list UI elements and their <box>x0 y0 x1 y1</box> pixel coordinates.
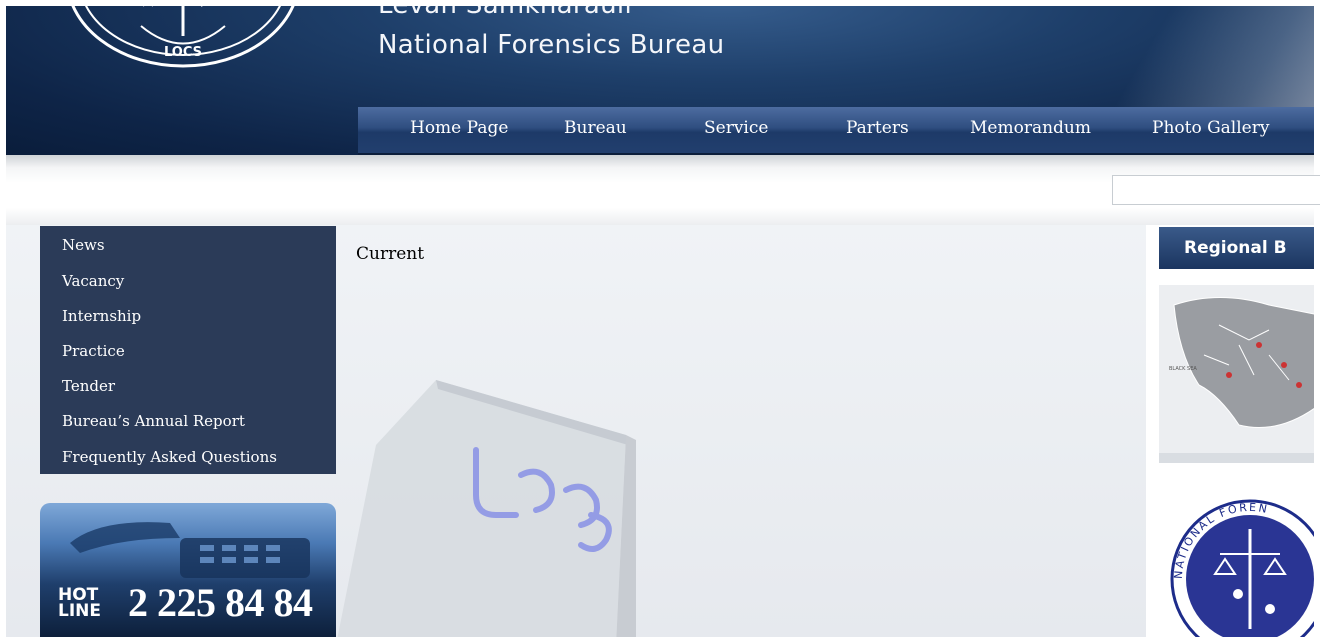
menu-item-faq[interactable]: Frequently Asked Questions <box>62 448 277 466</box>
side-menu: News Vacancy Internship Practice Tender … <box>40 226 336 474</box>
logo-text: LOCS <box>164 45 202 60</box>
main-nav: Home Page Bureau Service Parters Memoran… <box>358 107 1314 155</box>
nav-bureau[interactable]: Bureau <box>564 118 627 138</box>
menu-item-annual-report[interactable]: Bureau’s Annual Report <box>62 412 245 430</box>
national-forensics-seal[interactable]: NATIONAL FOREN <box>1170 499 1314 637</box>
bureau-logo[interactable]: LOCS <box>61 6 305 71</box>
hotline-number: 2 225 84 84 <box>128 580 313 625</box>
hotline-label: HOT LINE <box>58 587 101 621</box>
current-heading: Current <box>356 244 425 264</box>
regional-bureaus-header[interactable]: Regional B <box>1159 227 1314 269</box>
building-image <box>337 380 636 637</box>
site-header: LOCS Levan Samkharauli National Forensic… <box>6 6 1314 155</box>
telephone-icon <box>70 522 310 578</box>
search-input[interactable] <box>1112 175 1320 205</box>
main-content: News Vacancy Internship Practice Tender … <box>6 225 1314 637</box>
map-sea-label: BLACK SEA <box>1169 366 1197 372</box>
hotline-banner[interactable]: HOT LINE 2 225 84 84 <box>40 503 336 637</box>
nav-parters[interactable]: Parters <box>846 118 909 138</box>
menu-item-internship[interactable]: Internship <box>62 307 141 325</box>
georgia-map[interactable]: BLACK SEA <box>1159 285 1314 463</box>
menu-item-tender[interactable]: Tender <box>62 377 115 395</box>
nav-memorandum[interactable]: Memorandum <box>970 118 1091 138</box>
menu-item-vacancy[interactable]: Vacancy <box>62 272 124 290</box>
hotline-label-line2: LINE <box>58 601 101 621</box>
menu-item-news[interactable]: News <box>62 236 105 254</box>
nav-service[interactable]: Service <box>704 118 768 138</box>
site-title-line1: Levan Samkharauli <box>378 6 632 20</box>
menu-item-practice[interactable]: Practice <box>62 342 125 360</box>
right-column: Regional B BLACK SEA NATIONAL FOREN <box>1146 225 1314 637</box>
site-title-line2: National Forensics Bureau <box>378 30 725 60</box>
nav-photo-gallery[interactable]: Photo Gallery <box>1152 118 1269 138</box>
nav-home-page[interactable]: Home Page <box>410 118 508 138</box>
